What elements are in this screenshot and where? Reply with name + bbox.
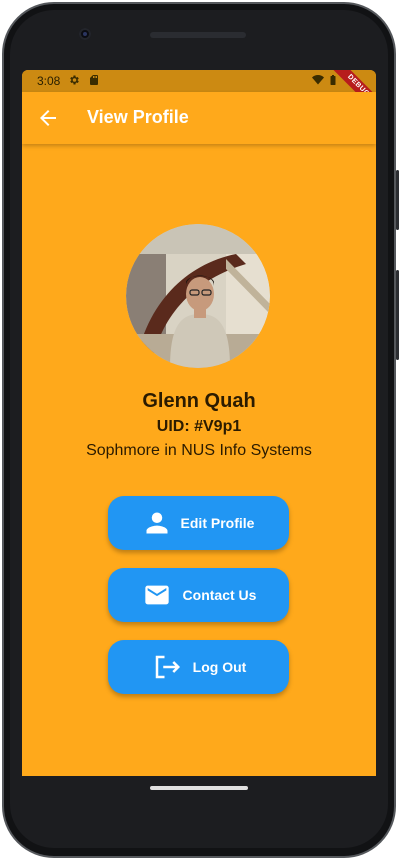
settings-icon [70, 75, 79, 85]
profile-name: Glenn Quah [142, 390, 256, 412]
person-icon [146, 512, 168, 534]
status-time: 3:08 [37, 74, 61, 88]
contact-us-button[interactable]: Contact Us [108, 568, 289, 622]
app-bar: View Profile [22, 92, 376, 144]
log-out-button[interactable]: Log Out [108, 640, 289, 694]
battery-icon [330, 75, 336, 85]
avatar [126, 224, 270, 368]
phone-frame: 3:08 DEBUG View Profile Glenn Quah UID: … [0, 0, 400, 860]
system-nav-bar [22, 776, 376, 816]
profile-uid: UID: #V9p1 [156, 418, 242, 435]
email-icon [144, 585, 169, 605]
home-gesture-bar[interactable] [150, 786, 248, 790]
front-camera [79, 28, 91, 40]
log-out-label: Log Out [192, 659, 247, 675]
power-button [396, 170, 399, 230]
wifi-icon [312, 75, 324, 85]
status-bar: 3:08 DEBUG [22, 70, 376, 119]
logout-icon [155, 655, 180, 679]
edit-profile-button[interactable]: Edit Profile [108, 496, 289, 550]
edit-profile-label: Edit Profile [180, 515, 255, 531]
page-title: View Profile [87, 107, 189, 127]
app-screen: 3:08 DEBUG View Profile Glenn Quah UID: … [22, 70, 376, 776]
volume-button [396, 270, 399, 360]
profile-subtitle: Sophmore in NUS Info Systems [86, 442, 312, 459]
sd-card-icon [90, 75, 98, 85]
contact-us-label: Contact Us [182, 587, 257, 603]
earpiece-speaker [150, 32, 246, 38]
arrow-back-icon[interactable] [36, 106, 60, 130]
